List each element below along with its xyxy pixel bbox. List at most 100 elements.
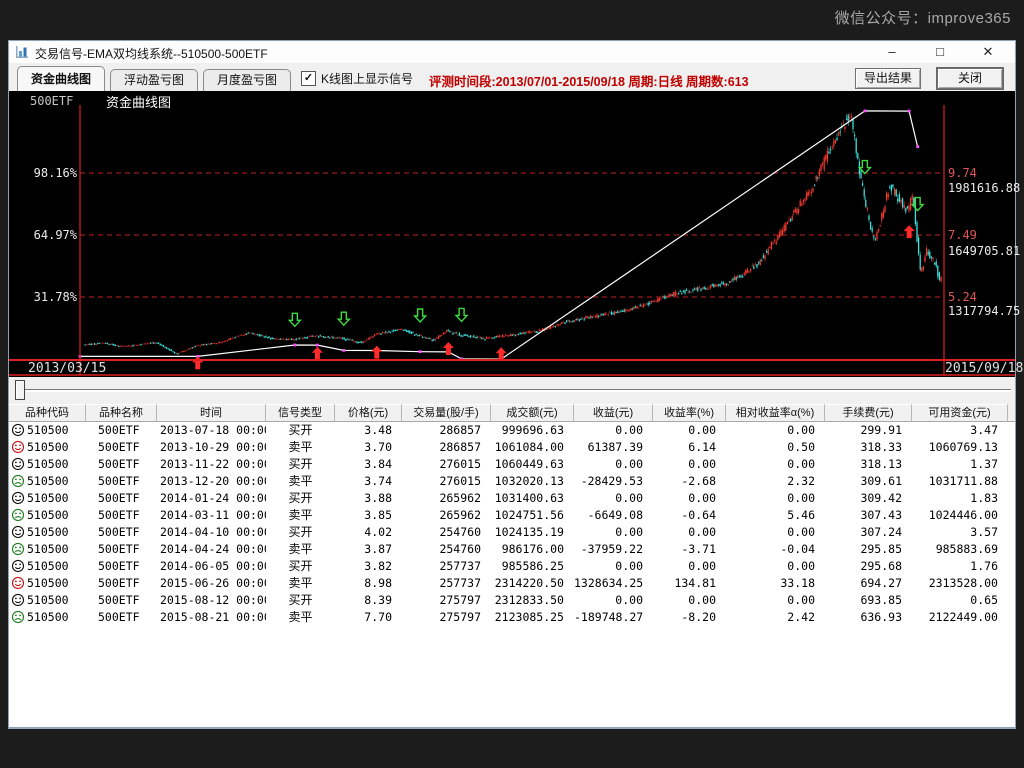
table-cell: 134.81: [653, 575, 726, 592]
table-cell: 0.00: [574, 490, 653, 507]
table-cell: 33.18: [726, 575, 825, 592]
table-cell: 694.27: [825, 575, 912, 592]
buy-signal-arrow: [192, 356, 203, 369]
table-cell: 2013-12-20 00:00: [157, 473, 266, 490]
symbol-code-cell: 510500: [9, 439, 86, 456]
table-row[interactable]: 510500500ETF2014-01-24 00:00买开3.88265962…: [9, 490, 1015, 507]
table-cell: 0.00: [653, 558, 726, 575]
table-cell: 买开: [266, 456, 335, 473]
table-row[interactable]: 510500500ETF2014-04-10 00:00买开4.02254760…: [9, 524, 1015, 541]
table-row[interactable]: 510500500ETF2013-11-22 00:00买开3.84276015…: [9, 456, 1015, 473]
y-axis-percent-tick: 31.78%: [9, 290, 77, 304]
column-header[interactable]: 价格(元): [335, 404, 402, 422]
title-bar: 交易信号-EMA双均线系统--510500-500ETF – □ ✕: [9, 41, 1015, 63]
table-row[interactable]: 510500500ETF2015-06-26 00:00卖平8.98257737…: [9, 575, 1015, 592]
table-cell: 295.85: [825, 541, 912, 558]
equity-vertex-dot: [342, 349, 345, 352]
table-cell: 0.50: [726, 439, 825, 456]
column-header[interactable]: 品种代码: [9, 404, 86, 422]
tab-floating-pnl[interactable]: 浮动盈亏图: [110, 69, 198, 91]
symbol-code-cell: 510500: [9, 490, 86, 507]
y-axis-percent-tick: 98.16%: [9, 166, 77, 180]
table-row[interactable]: 510500500ETF2014-06-05 00:00买开3.82257737…: [9, 558, 1015, 575]
table-cell: 2015-08-21 00:00: [157, 609, 266, 626]
buy-signal-arrow: [443, 342, 454, 355]
table-cell: 986176.00: [491, 541, 574, 558]
table-cell: 500ETF: [86, 524, 157, 541]
table-cell: 卖平: [266, 575, 335, 592]
table-cell: -8.20: [653, 609, 726, 626]
buy-signal-arrow: [904, 225, 915, 238]
table-cell: 500ETF: [86, 541, 157, 558]
equity-vertex-dot: [316, 344, 319, 347]
table-header-row: 品种代码品种名称时间信号类型价格(元)交易量(股/手)成交额(元)收益(元)收益…: [9, 404, 1015, 422]
close-panel-button[interactable]: 关闭: [937, 68, 1003, 89]
column-header[interactable]: 信号类型: [266, 404, 335, 422]
column-header[interactable]: 成交额(元): [491, 404, 574, 422]
horizontal-scrollbar: [9, 377, 1015, 404]
table-cell: -2.68: [653, 473, 726, 490]
table-row[interactable]: 510500500ETF2013-12-20 00:00卖平3.74276015…: [9, 473, 1015, 490]
table-row[interactable]: 510500500ETF2015-08-21 00:00卖平7.70275797…: [9, 609, 1015, 626]
column-header[interactable]: 收益率(%): [653, 404, 726, 422]
table-cell: 2014-04-24 00:00: [157, 541, 266, 558]
tab-monthly-pnl[interactable]: 月度盈亏图: [203, 69, 291, 91]
table-cell: -37959.22: [574, 541, 653, 558]
chart-title: 资金曲线图: [106, 92, 171, 111]
equity-axis-tick: 1317794.75: [948, 304, 1020, 318]
table-cell: 买开: [266, 490, 335, 507]
equity-vertex-dot: [908, 110, 911, 113]
column-header[interactable]: 相对收益率α(%): [726, 404, 825, 422]
table-cell: 299.91: [825, 422, 912, 439]
scrollbar-thumb[interactable]: [15, 380, 25, 400]
table-cell: 693.85: [825, 592, 912, 609]
column-header[interactable]: 收益(元): [574, 404, 653, 422]
table-cell: 500ETF: [86, 456, 157, 473]
table-cell: 3.88: [335, 490, 402, 507]
symbol-code-cell: 510500: [9, 456, 86, 473]
table-cell: 1032020.13: [491, 473, 574, 490]
column-header[interactable]: 品种名称: [86, 404, 157, 422]
export-results-button[interactable]: 导出结果: [855, 68, 921, 89]
table-row[interactable]: 510500500ETF2014-04-24 00:00卖平3.87254760…: [9, 541, 1015, 558]
table-cell: 1060769.13: [912, 439, 1008, 456]
column-header[interactable]: 时间: [157, 404, 266, 422]
chart-symbol-label: 500ETF: [30, 94, 73, 108]
table-cell: 307.24: [825, 524, 912, 541]
table-cell: 2014-01-24 00:00: [157, 490, 266, 507]
y-axis-percent-tick: 64.97%: [9, 228, 77, 242]
table-cell: 买开: [266, 524, 335, 541]
table-cell: 318.13: [825, 456, 912, 473]
close-button[interactable]: ✕: [972, 42, 1004, 62]
table-row[interactable]: 510500500ETF2013-10-29 00:00卖平3.70286857…: [9, 439, 1015, 456]
column-header[interactable]: 可用资金(元): [912, 404, 1008, 422]
table-cell: 1061084.00: [491, 439, 574, 456]
table-row[interactable]: 510500500ETF2014-03-11 00:00卖平3.85265962…: [9, 507, 1015, 524]
table-cell: 2015-08-12 00:00: [157, 592, 266, 609]
column-header[interactable]: 手续费(元): [825, 404, 912, 422]
scrollbar-track[interactable]: [15, 389, 1011, 392]
table-cell: 2313528.00: [912, 575, 1008, 592]
column-header[interactable]: 交易量(股/手): [402, 404, 491, 422]
table-cell: 0.00: [653, 456, 726, 473]
table-cell: 0.00: [726, 490, 825, 507]
buy-signal-arrow: [496, 347, 507, 360]
table-cell: 0.00: [574, 558, 653, 575]
table-row[interactable]: 510500500ETF2015-08-12 00:00买开8.39275797…: [9, 592, 1015, 609]
win-face-icon: [11, 576, 25, 590]
table-cell: 2.32: [726, 473, 825, 490]
table-row[interactable]: 510500500ETF2013-07-18 00:00买开3.48286857…: [9, 422, 1015, 439]
table-cell: 2312833.50: [491, 592, 574, 609]
loss-face-icon: [11, 610, 25, 624]
price-axis-tick: 7.49: [948, 228, 977, 242]
minimize-button[interactable]: –: [876, 42, 908, 62]
table-cell: 3.82: [335, 558, 402, 575]
table-cell: 3.70: [335, 439, 402, 456]
table-cell: 500ETF: [86, 490, 157, 507]
table-cell: 1.37: [912, 456, 1008, 473]
checkbox-checked-icon[interactable]: ✓: [301, 71, 316, 86]
tab-equity-curve[interactable]: 资金曲线图: [17, 66, 105, 91]
price-axis-tick: 9.74: [948, 166, 977, 180]
equity-vertex-dot: [864, 110, 867, 113]
maximize-button[interactable]: □: [924, 42, 956, 62]
